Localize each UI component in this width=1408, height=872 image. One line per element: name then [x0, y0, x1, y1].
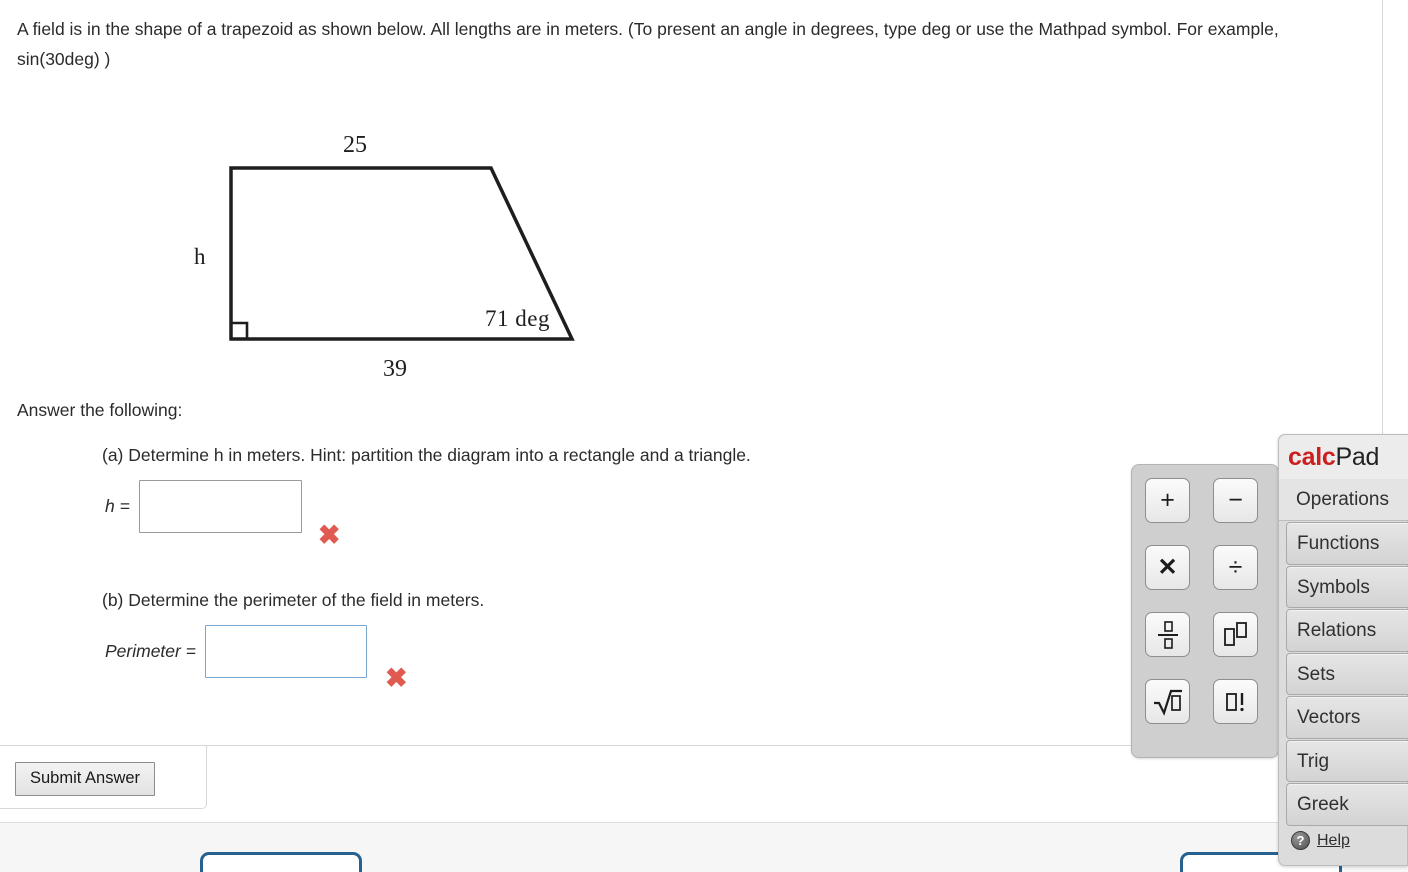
multiply-key[interactable]: ✕ — [1145, 545, 1190, 590]
square-root-icon — [1153, 689, 1182, 716]
calcpad-brand-primary: calc — [1288, 442, 1336, 471]
minus-icon: − — [1228, 486, 1243, 514]
part-a-field-label: h = — [105, 496, 130, 516]
minus-key[interactable]: − — [1213, 478, 1258, 523]
tab-sets[interactable]: Sets — [1286, 652, 1408, 695]
previous-question-button[interactable] — [200, 852, 362, 872]
problem-statement: A field is in the shape of a trapezoid a… — [17, 19, 1279, 69]
tab-operations[interactable]: Operations — [1279, 479, 1408, 521]
bottom-navigation-bar — [0, 822, 1408, 872]
figure-angle-label: 71 deg — [485, 306, 550, 331]
part-b-field-label: Perimeter = — [105, 641, 196, 661]
figure-bottom-length-label: 39 — [383, 356, 407, 382]
tab-symbols[interactable]: Symbols — [1286, 565, 1408, 608]
calcpad-key-grid: + − ✕ ÷ — [1145, 478, 1258, 724]
answer-section-heading: Answer the following: — [17, 400, 183, 420]
trapezoid-svg — [229, 166, 575, 341]
exponent-key[interactable] — [1213, 612, 1258, 657]
page-root: A field is in the shape of a trapezoid a… — [0, 0, 1408, 872]
exponent-icon — [1223, 621, 1247, 646]
tab-relations[interactable]: Relations — [1286, 609, 1408, 652]
submit-answer-container: Submit Answer — [0, 745, 207, 809]
perimeter-answer-input[interactable] — [204, 625, 367, 678]
multiply-icon: ✕ — [1157, 554, 1178, 581]
question-circle-icon: ? — [1291, 831, 1310, 850]
figure-height-label: h — [194, 244, 206, 269]
h-answer-input[interactable] — [138, 480, 302, 533]
calcpad-brand-secondary: Pad — [1335, 442, 1380, 471]
square-root-key[interactable] — [1145, 679, 1190, 724]
divide-icon: ÷ — [1228, 553, 1243, 581]
calcpad-tab-list: Operations Functions Symbols Relations S… — [1279, 479, 1408, 827]
fraction-icon — [1157, 620, 1178, 649]
part-b-prompt: (b) Determine the perimeter of the field… — [102, 590, 485, 610]
part-a-answer-row: h = ✖ — [105, 480, 340, 549]
figure-top-length-label: 25 — [343, 132, 367, 158]
divide-key[interactable]: ÷ — [1213, 545, 1258, 590]
calcpad-help-label: Help — [1317, 831, 1350, 849]
calcpad-help-link[interactable]: ? Help — [1291, 831, 1350, 850]
tab-functions[interactable]: Functions — [1286, 522, 1408, 565]
plus-icon: + — [1160, 486, 1175, 514]
submit-answer-button[interactable]: Submit Answer — [15, 762, 156, 796]
plus-key[interactable]: + — [1145, 478, 1190, 523]
trapezoid-figure: 25 h 39 71 deg — [180, 118, 610, 393]
tab-vectors[interactable]: Vectors — [1286, 696, 1408, 739]
part-b-answer-row: Perimeter = ✖ — [105, 625, 408, 692]
calcpad-brand: calc Pad — [1279, 435, 1408, 479]
factorial-key[interactable] — [1213, 679, 1258, 724]
calcpad-keypad: + − ✕ ÷ — [1131, 464, 1279, 758]
calcpad-panel: calc Pad Operations Functions Symbols Rel… — [1278, 434, 1408, 866]
tab-trig[interactable]: Trig — [1286, 739, 1408, 782]
tab-greek[interactable]: Greek — [1286, 783, 1408, 826]
part-a-prompt: (a) Determine h in meters. Hint: partiti… — [102, 445, 751, 465]
part-b-incorrect-icon: ✖ — [384, 663, 408, 693]
fraction-key[interactable] — [1145, 612, 1190, 657]
part-a-incorrect-icon: ✖ — [317, 520, 341, 550]
factorial-icon — [1225, 692, 1244, 711]
